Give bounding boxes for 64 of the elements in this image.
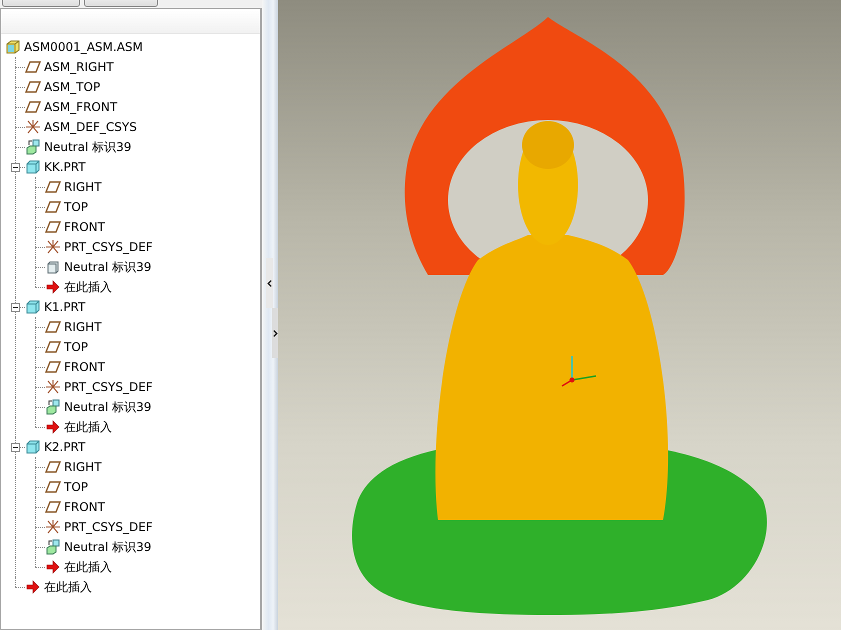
part-cube-icon [25, 159, 41, 175]
coordinate-axes-icon [562, 356, 596, 387]
tree-item[interactable]: TOP [64, 200, 88, 214]
insert-arrow-icon [45, 419, 61, 435]
tree-item[interactable]: ASM_TOP [44, 80, 100, 94]
tree-item[interactable]: Neutral 标识39 [64, 398, 152, 416]
tree-item[interactable]: PRT_CSYS_DEF [64, 380, 153, 394]
tree-item[interactable]: FRONT [64, 360, 105, 374]
coordinate-system-icon [45, 519, 61, 535]
tree-item[interactable]: RIGHT [64, 320, 102, 334]
tree-item[interactable]: FRONT [64, 500, 105, 514]
tree-item[interactable]: FRONT [64, 220, 105, 234]
insert-arrow-icon [45, 279, 61, 295]
collapse-panel-button[interactable] [266, 258, 273, 308]
datum-plane-icon [45, 179, 61, 195]
collapse-toggle-icon[interactable] [11, 303, 20, 312]
datum-plane-icon [45, 479, 61, 495]
tree-item[interactable]: ASM_DEF_CSYS [44, 120, 137, 134]
datum-plane-icon [45, 339, 61, 355]
tree-item[interactable]: PRT_CSYS_DEF [64, 240, 153, 254]
insert-arrow-icon [25, 579, 41, 595]
datum-plane-icon [25, 59, 41, 75]
assembly-cube-icon [5, 39, 21, 55]
import-feature-icon [45, 399, 61, 415]
datum-plane-icon [25, 99, 41, 115]
coordinate-system-icon [45, 379, 61, 395]
datum-plane-icon [25, 79, 41, 95]
tree-item[interactable]: PRT_CSYS_DEF [64, 520, 153, 534]
tree-item[interactable]: 在此插入 [44, 578, 92, 596]
coordinate-system-icon [45, 239, 61, 255]
tree-item[interactable]: K2.PRT [44, 440, 86, 454]
import-feature-icon [25, 139, 41, 155]
datum-plane-icon [45, 219, 61, 235]
tree-item[interactable]: RIGHT [64, 460, 102, 474]
datum-plane-icon [45, 359, 61, 375]
tree-item[interactable]: 在此插入 [64, 418, 112, 436]
tree-item[interactable]: K1.PRT [44, 300, 86, 314]
collapse-toggle-icon[interactable] [11, 443, 20, 452]
chevron-right-icon [272, 330, 278, 336]
tree-item[interactable]: Neutral 标识39 [44, 138, 132, 156]
datum-plane-icon [45, 499, 61, 515]
body-cube-icon [45, 259, 61, 275]
tree-item[interactable]: RIGHT [64, 180, 102, 194]
tree-item[interactable]: TOP [64, 480, 88, 494]
tree-item[interactable]: ASM_RIGHT [44, 60, 114, 74]
datum-plane-icon [45, 459, 61, 475]
tree-item[interactable]: TOP [64, 340, 88, 354]
tree-item[interactable]: Neutral 标识39 [64, 538, 152, 556]
datum-plane-icon [45, 199, 61, 215]
tree-item[interactable]: Neutral 标识39 [64, 258, 152, 276]
tree-item[interactable]: 在此插入 [64, 558, 112, 576]
tree-item[interactable]: ASM_FRONT [44, 100, 118, 114]
datum-plane-icon [45, 319, 61, 335]
chevron-left-icon [267, 280, 272, 286]
collapse-toggle-icon[interactable] [11, 163, 20, 172]
expand-panel-button[interactable] [272, 308, 278, 358]
insert-arrow-icon [45, 559, 61, 575]
import-feature-icon [45, 539, 61, 555]
part-cube-icon [25, 299, 41, 315]
tree-item[interactable]: ASM0001_ASM.ASM [24, 40, 143, 54]
tree-item[interactable]: KK.PRT [44, 160, 86, 174]
tree-item[interactable]: 在此插入 [64, 278, 112, 296]
coordinate-system-icon [25, 119, 41, 135]
part-cube-icon [25, 439, 41, 455]
